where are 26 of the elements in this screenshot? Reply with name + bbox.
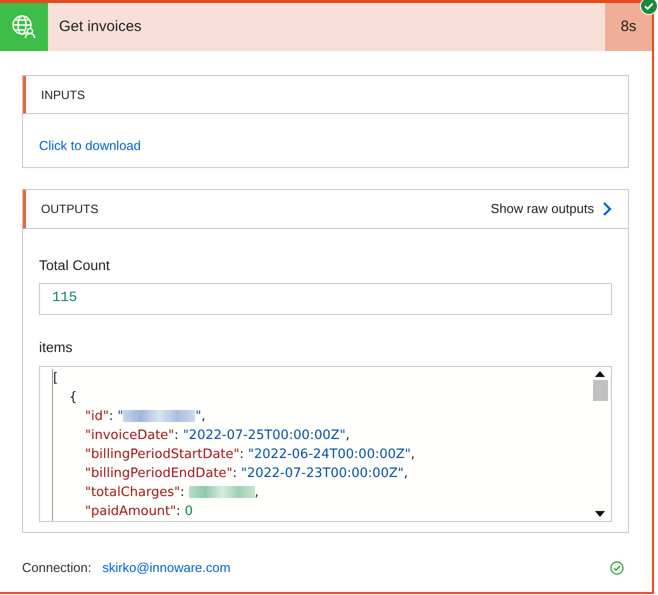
field-label: items bbox=[39, 338, 74, 357]
action-title: Get invoices bbox=[58, 17, 143, 37]
code-line: "totalCharges": , bbox=[84, 484, 260, 502]
download-link[interactable]: Click to download bbox=[39, 136, 141, 156]
code-line: { bbox=[68, 389, 78, 407]
code-line: "billingPeriodStartDate": "2022-06-24T00:00:00Z", bbox=[84, 446, 416, 464]
chevron-right-icon bbox=[602, 201, 612, 217]
action-header[interactable]: Get invoices 8s bbox=[0, 3, 652, 51]
field-label: Total Count bbox=[39, 256, 111, 275]
code-line: "id": " ", bbox=[84, 408, 206, 426]
code-line: "paidAmount": 0 bbox=[84, 503, 194, 521]
output-value-field: 115 bbox=[39, 283, 612, 315]
scroll-up-icon[interactable] bbox=[595, 371, 605, 377]
code-line: "billingPeriodEndDate": "2022-07-23T00:00:00Z", bbox=[84, 465, 409, 483]
duration-label: 8s bbox=[605, 3, 652, 51]
raw-outputs-link[interactable]: Show raw outputs bbox=[490, 199, 612, 219]
account-link[interactable]: skirko@innoware.com bbox=[102, 558, 230, 578]
code-line: "invoiceDate": "2022-07-25T00:00:00Z", bbox=[84, 427, 351, 445]
section-header: INPUTS bbox=[23, 76, 628, 114]
scrollbar[interactable] bbox=[592, 369, 608, 519]
code-line: [ bbox=[53, 370, 60, 388]
scroll-down-icon[interactable] bbox=[595, 511, 605, 517]
section-title: OUTPUTS bbox=[41, 201, 98, 218]
connection-label: Connection: bbox=[22, 559, 92, 577]
scrollbar-thumb[interactable] bbox=[593, 380, 608, 401]
redacted-value bbox=[188, 486, 255, 498]
